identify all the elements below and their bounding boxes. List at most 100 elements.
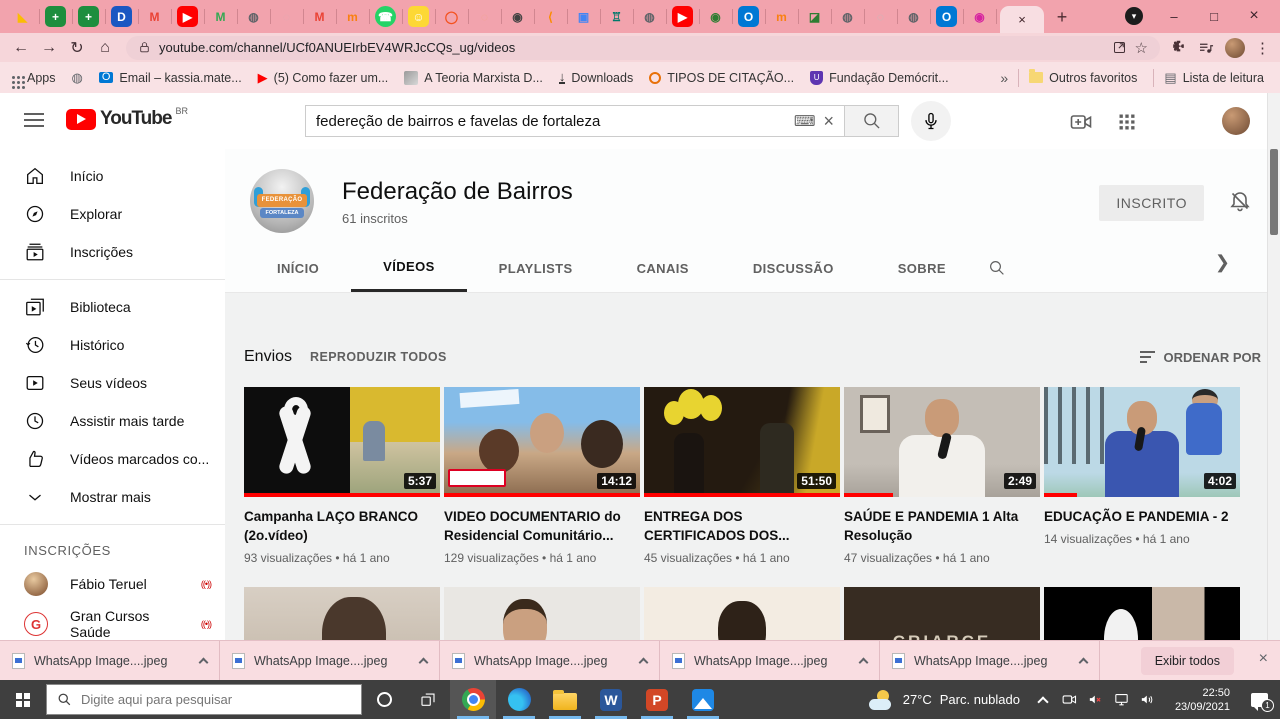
tray-overflow-chevron-icon[interactable] xyxy=(1030,680,1056,719)
youtube-icon[interactable]: ▶ xyxy=(672,6,693,27)
tabs-scroll-chevron-icon[interactable]: ❯ xyxy=(1215,252,1230,273)
tab-videos[interactable]: VÍDEOS xyxy=(351,244,467,292)
window-minimize-button[interactable]: – xyxy=(1154,0,1194,32)
taskbar-weather[interactable]: 27°C Parc. nublado xyxy=(859,690,1030,710)
tab-inicio[interactable]: INÍCIO xyxy=(245,244,351,292)
gmail-icon[interactable]: M xyxy=(309,6,330,27)
orange-ring-icon[interactable]: ◯ xyxy=(441,6,462,27)
video-card[interactable]: 5:37 Campanha LAÇO BRANCO (2o.vídeo) 93 … xyxy=(244,387,440,565)
video-card[interactable]: 51:50 ENTREGA DOS CERTIFICADOS DOS... 45… xyxy=(644,387,840,565)
sidebar-item-seus-videos[interactable]: Seus vídeos xyxy=(0,364,225,402)
video-card[interactable]: 2:49 SAÚDE E PANDEMIA 1 Alta Resolução 4… xyxy=(844,387,1040,565)
chevron-up-icon[interactable] xyxy=(859,657,869,667)
docs-app-icon[interactable]: D xyxy=(111,6,132,27)
gmail-icon[interactable]: M xyxy=(144,6,165,27)
start-button[interactable] xyxy=(0,680,46,719)
youtube-apps-button[interactable] xyxy=(1114,109,1140,135)
download-item[interactable]: WhatsApp Image....jpeg xyxy=(0,641,220,680)
moodle-icon[interactable]: m xyxy=(342,6,363,27)
tab-discussao[interactable]: DISCUSSÃO xyxy=(721,244,866,292)
taskbar-search[interactable] xyxy=(46,684,362,715)
bookmark-item[interactable]: TIPOS DE CITAÇÃO... xyxy=(649,71,794,85)
network-icon[interactable] xyxy=(1108,680,1134,719)
task-view-button[interactable] xyxy=(406,680,450,719)
sidebar-subscription-channel[interactable]: Fábio Teruel ((•)) xyxy=(0,564,225,604)
whatsapp-icon[interactable]: ☎ xyxy=(375,6,396,27)
brazil-app-icon[interactable]: ◪ xyxy=(804,6,825,27)
bookmark-item[interactable]: UFundação Demócrit... xyxy=(810,71,949,85)
video-title[interactable]: SAÚDE E PANDEMIA 1 Alta Resolução xyxy=(844,507,1040,545)
play-all-button[interactable]: REPRODUZIR TODOS xyxy=(310,350,447,364)
notifications-off-bell-icon[interactable] xyxy=(1228,189,1252,218)
bookmark-item[interactable]: ▶(5) Como fazer um... xyxy=(258,71,389,85)
sidebar-item-mostrar-mais[interactable]: Mostrar mais xyxy=(0,478,225,516)
video-card[interactable]: 14:12 VIDEO DOCUMENTARIO do Residencial … xyxy=(444,387,640,565)
audio-muted-icon[interactable] xyxy=(1082,680,1108,719)
web-globe-icon[interactable]: ◍ xyxy=(639,6,660,27)
video-thumbnail[interactable]: criarce xyxy=(644,587,840,640)
taskbar-app-file-explorer[interactable] xyxy=(542,680,588,719)
extensions-icon[interactable] xyxy=(1170,39,1187,56)
reading-list[interactable]: ▤Lista de leitura xyxy=(1164,71,1264,85)
sidebar-item-videos-marcados[interactable]: Vídeos marcados co... xyxy=(0,440,225,478)
crest-app-icon[interactable]: ♖ xyxy=(606,6,627,27)
bookmark-item[interactable]: ↓Downloads xyxy=(559,71,633,85)
google-drive-icon[interactable]: ◣ xyxy=(12,6,33,27)
sidebar-subscription-channel[interactable]: G Gran Cursos Saúde ((•)) xyxy=(0,604,225,640)
web-globe-icon[interactable]: ◍ xyxy=(243,6,264,27)
active-tab[interactable]: × xyxy=(1000,6,1044,33)
moodle-icon[interactable]: m xyxy=(771,6,792,27)
download-item[interactable]: WhatsApp Image....jpeg xyxy=(660,641,880,680)
home-button[interactable]: ⌂ xyxy=(92,35,118,61)
web-globe-icon[interactable]: ◍ xyxy=(837,6,858,27)
channel-avatar[interactable]: FEDERAÇÃO FORTALEZA xyxy=(250,169,314,233)
video-thumbnail[interactable]: CRIARCE xyxy=(844,587,1040,640)
bookmark-item[interactable]: A Teoria Marxista D... xyxy=(404,71,543,85)
forward-button[interactable]: → xyxy=(36,35,62,61)
google-sheets-icon[interactable]: + xyxy=(78,6,99,27)
meet-now-icon[interactable] xyxy=(1056,680,1082,719)
bookmark-apps[interactable]: Apps xyxy=(27,71,56,85)
clear-search-icon[interactable]: × xyxy=(823,111,834,132)
page-scrollbar[interactable] xyxy=(1267,93,1280,640)
video-thumbnail[interactable] xyxy=(444,587,640,640)
video-card[interactable]: 4:02 EDUCAÇÃO E PANDEMIA - 2 14 visualiz… xyxy=(1044,387,1240,565)
dark-app-icon[interactable]: ◉ xyxy=(507,6,528,27)
sidebar-item-inicio[interactable]: Início xyxy=(0,157,225,195)
account-avatar[interactable] xyxy=(1222,107,1250,135)
show-all-downloads-button[interactable]: Exibir todos xyxy=(1141,647,1234,675)
search-button[interactable] xyxy=(845,105,899,137)
address-bar[interactable]: youtube.com/channel/UCf0ANUEIrbEV4WRJcCQ… xyxy=(126,36,1160,60)
green-app-icon[interactable]: ◉ xyxy=(705,6,726,27)
download-item[interactable]: WhatsApp Image....jpeg xyxy=(440,641,660,680)
taskbar-app-edge[interactable] xyxy=(496,680,542,719)
taskbar-app-chrome[interactable] xyxy=(450,680,496,719)
taskbar-app-word[interactable]: W xyxy=(588,680,634,719)
k-app-icon[interactable]: ⟨ xyxy=(540,6,561,27)
voice-search-button[interactable] xyxy=(911,101,951,141)
taskbar-clock[interactable]: 22:50 23/09/2021 xyxy=(1160,686,1238,714)
sidebar-item-assistir-mais-tarde[interactable]: Assistir mais tarde xyxy=(0,402,225,440)
tab-close-icon[interactable]: × xyxy=(1018,12,1026,27)
sidebar-item-explorar[interactable]: Explorar xyxy=(0,195,225,233)
video-thumbnail[interactable] xyxy=(1044,587,1240,640)
outlook-icon[interactable]: O xyxy=(936,6,957,27)
gmail-icon[interactable]: M xyxy=(210,6,231,27)
tab-playlists[interactable]: PLAYLISTS xyxy=(467,244,605,292)
chevron-up-icon[interactable] xyxy=(419,657,429,667)
taskbar-search-input[interactable] xyxy=(81,692,351,707)
emoji-app-icon[interactable]: ☺ xyxy=(408,6,429,27)
tab-canais[interactable]: CANAIS xyxy=(605,244,721,292)
sidebar-item-biblioteca[interactable]: Biblioteca xyxy=(0,288,225,326)
web-globe-icon[interactable]: ◍ xyxy=(903,6,924,27)
google-sheets-icon[interactable]: + xyxy=(45,6,66,27)
new-tab-button[interactable]: + xyxy=(1048,3,1076,31)
instagram-icon[interactable]: ◉ xyxy=(969,6,990,27)
taskbar-app-powerpoint[interactable]: P xyxy=(634,680,680,719)
hamburger-menu-icon[interactable] xyxy=(24,113,44,127)
video-title[interactable]: ENTREGA DOS CERTIFICADOS DOS... xyxy=(644,507,840,545)
close-downloads-icon[interactable]: × xyxy=(1259,651,1268,667)
create-video-button[interactable] xyxy=(1068,109,1094,135)
media-controls-button[interactable]: ▾ xyxy=(1114,0,1154,32)
download-item[interactable]: WhatsApp Image....jpeg xyxy=(220,641,440,680)
